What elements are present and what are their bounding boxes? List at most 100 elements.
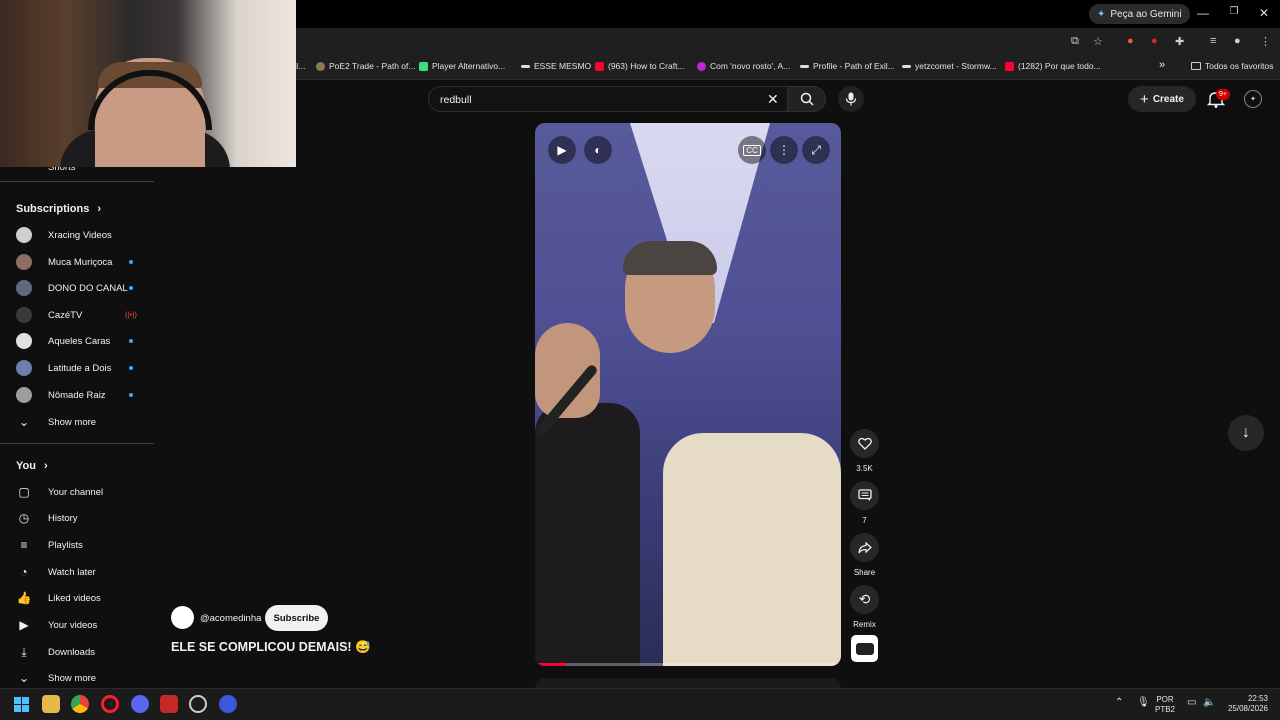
sidebar-show-more[interactable]: ⌄ Show more <box>0 409 154 435</box>
microphone-tray-icon[interactable]: 🎙 <box>1137 698 1150 708</box>
captions-button[interactable]: CC <box>738 136 766 164</box>
sidebar-item-subscription[interactable]: Aqueles Caras <box>0 328 154 354</box>
file-explorer-icon[interactable] <box>42 695 60 713</box>
bookmarks-overflow-button[interactable]: » <box>1159 59 1165 71</box>
comments-button[interactable]: 7 <box>850 481 879 525</box>
channel-handle[interactable]: @acomedinha <box>200 613 261 624</box>
subscriptions-header[interactable]: Subscriptions › <box>16 203 101 215</box>
notifications-badge: 9+ <box>1216 89 1230 100</box>
bookmark-item[interactable]: ESSE MESMO <box>521 61 591 71</box>
input-language[interactable]: POR PTB2 <box>1155 695 1175 715</box>
short-video-player[interactable]: ▶ ◐ CC ⋮ ⤢ <box>535 123 841 666</box>
ask-gemini-button[interactable]: ✦ Peça ao Gemini <box>1089 4 1190 24</box>
more-options-button[interactable]: ⋮ <box>770 136 798 164</box>
bookmark-item[interactable]: Player Alternativo... <box>419 61 505 71</box>
webcam-overlay <box>0 0 296 167</box>
clear-search-icon[interactable]: ✕ <box>767 91 779 108</box>
play-button[interactable]: ▶ <box>548 136 576 164</box>
voice-search-button[interactable] <box>838 86 864 112</box>
video-progress-fill <box>535 663 566 666</box>
extension-badge-icon[interactable]: ● <box>1151 35 1158 47</box>
short-title: ELE SE COMPLICOU DEMAIS! 😅 <box>171 640 371 654</box>
new-content-dot <box>129 260 133 264</box>
sidebar-item-subscription[interactable]: DONO DO CANAL <box>0 275 154 301</box>
sidebar-item-subscription[interactable]: Muca Muriçoca <box>0 249 154 275</box>
bookmark-item[interactable]: Profile - Path of Exil... <box>800 61 895 71</box>
like-button[interactable]: 3.5K <box>850 429 879 473</box>
app-badge-icon[interactable] <box>160 695 178 713</box>
bookmark-star-icon[interactable]: ☆ <box>1093 35 1103 48</box>
ea-app-icon[interactable] <box>219 695 237 713</box>
gemini-icon: ✦ <box>1097 8 1106 20</box>
channel-avatar <box>16 280 32 296</box>
share-button[interactable]: Share <box>850 533 879 577</box>
sidebar-item-subscription[interactable]: CazéTV ((•)) <box>0 302 154 328</box>
sidebar-item-subscription[interactable]: Xracing Videos <box>0 222 154 248</box>
channel-avatar <box>16 307 32 323</box>
search-bar[interactable]: redbull ✕ <box>428 86 788 112</box>
search-button[interactable] <box>788 86 826 112</box>
bookmark-item[interactable]: Com 'novo rosto', A... <box>697 61 790 71</box>
youtube-favicon-icon <box>595 61 604 71</box>
close-window-button[interactable]: ✕ <box>1254 6 1274 20</box>
account-avatar[interactable]: ✦ <box>1244 90 1262 108</box>
all-bookmarks-folder[interactable]: Todos os favoritos <box>1191 61 1274 71</box>
opera-icon[interactable] <box>101 695 119 713</box>
mute-button[interactable]: ◐ <box>584 136 612 164</box>
bookmark-item[interactable]: (1282) Por que todo... <box>1005 61 1101 71</box>
channel-avatar <box>16 387 32 403</box>
steam-icon[interactable] <box>189 695 207 713</box>
sidebar-item-downloads[interactable]: ⤓ Downloads <box>0 639 154 665</box>
bookmark-item[interactable]: PoE2 Trade - Path of... <box>316 61 415 71</box>
next-short-button[interactable]: ↓ <box>1228 415 1264 451</box>
remix-button[interactable]: ⟲ Remix <box>850 585 879 629</box>
plus-icon: + <box>1140 90 1149 108</box>
next-short-preview <box>535 678 841 688</box>
sidebar-item-your-videos[interactable]: ▶ Your videos <box>0 612 154 638</box>
sidebar-divider <box>0 443 154 444</box>
minimize-window-button[interactable]: — <box>1193 6 1213 20</box>
playlists-icon: ≡ <box>20 538 28 552</box>
bookmark-truncated[interactable]: I... <box>296 61 305 71</box>
search-input[interactable]: redbull <box>440 94 472 106</box>
tray-overflow-icon[interactable]: ⌃ <box>1115 698 1123 708</box>
bookmark-item[interactable]: (963) How to Craft... <box>595 61 685 71</box>
like-count: 3.5K <box>856 464 873 473</box>
sidebar-item-watch-later[interactable]: ◔ Watch later <box>0 559 154 585</box>
video-progress-bar[interactable] <box>535 663 841 666</box>
channel-thumbnail[interactable] <box>851 635 878 662</box>
your-videos-icon: ▶ <box>19 618 29 632</box>
sidebar-item-your-channel[interactable]: ▢ Your channel <box>0 479 154 505</box>
profile-avatar-icon[interactable]: ● <box>1234 35 1241 47</box>
restore-window-button[interactable]: ❐ <box>1224 6 1244 17</box>
fullscreen-button[interactable]: ⤢ <box>802 136 830 164</box>
extension-fox-icon[interactable]: ● <box>1127 35 1134 47</box>
channel-avatar[interactable] <box>171 606 194 629</box>
sidebar-item-subscription[interactable]: Nômade Raiz <box>0 382 154 408</box>
chevron-right-icon: › <box>43 460 48 472</box>
sidebar-item-playlists[interactable]: ≡ Playlists <box>0 532 154 558</box>
closed-captions-icon: CC <box>743 144 761 156</box>
bookmark-item[interactable]: yetzcomet - Stormw... <box>902 61 997 71</box>
extensions-puzzle-icon[interactable]: ✚ <box>1175 35 1184 48</box>
sidebar-item-history[interactable]: ◷ History <box>0 505 154 531</box>
chrome-icon[interactable] <box>71 695 89 713</box>
clock[interactable]: 22:53 25/08/2026 <box>1222 694 1268 714</box>
network-icon[interactable]: ▭ <box>1187 698 1196 708</box>
install-app-icon[interactable]: ⧉ <box>1071 35 1079 48</box>
subscribe-button[interactable]: Subscribe <box>265 605 328 631</box>
bookmark-favicon-icon <box>521 64 530 68</box>
create-button[interactable]: + Create <box>1128 86 1196 112</box>
discord-icon[interactable] <box>131 695 149 713</box>
volume-tray-icon[interactable]: 🔈 <box>1203 698 1215 708</box>
sidebar-item-liked-videos[interactable]: 👍 Liked videos <box>0 585 154 611</box>
chrome-menu-icon[interactable]: ⋮ <box>1260 35 1271 48</box>
media-controls-icon[interactable]: ≡ <box>1210 35 1216 47</box>
you-header[interactable]: You › <box>16 460 48 472</box>
channel-avatar <box>16 254 32 270</box>
chevron-right-icon: › <box>97 203 102 215</box>
sidebar-item-subscription[interactable]: Latitude a Dois <box>0 355 154 381</box>
channel-icon: ▢ <box>18 485 30 499</box>
search-icon <box>800 92 814 106</box>
windows-start-icon[interactable] <box>12 695 30 713</box>
